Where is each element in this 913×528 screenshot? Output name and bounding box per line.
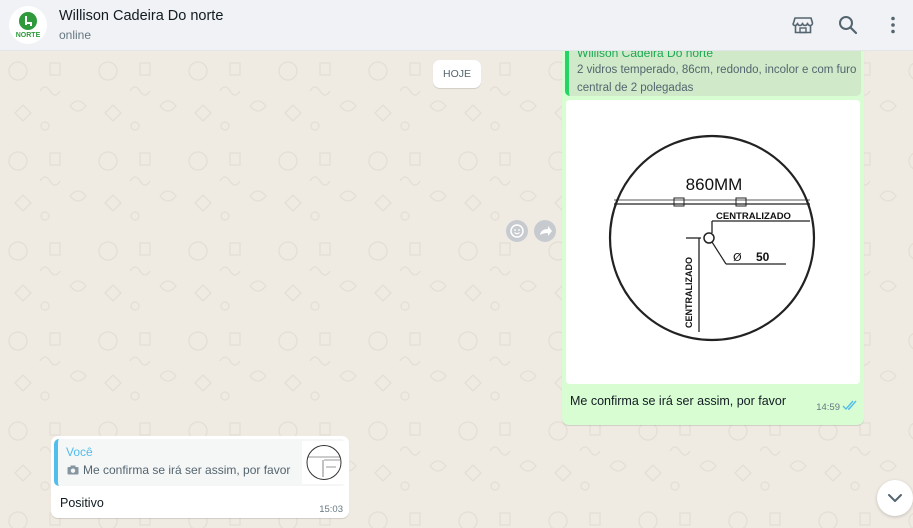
outgoing-message[interactable]: Willison Cadeira Do norte 2 vidros tempe… xyxy=(562,51,864,425)
read-receipt-icon xyxy=(842,400,857,411)
centered-vertical-label: CENTRALIZADO xyxy=(684,257,694,328)
chat-header: NORTE Willison Cadeira Do norte online xyxy=(0,0,913,51)
centered-horizontal-label: CENTRALIZADO xyxy=(716,211,791,222)
quoted-message-reply[interactable]: Você Me confirma se irá ser assim, por f… xyxy=(54,439,346,486)
catalog-icon[interactable] xyxy=(791,13,815,37)
quoted-image-thumbnail xyxy=(302,441,346,484)
quoted-author: Você xyxy=(66,445,93,459)
contact-status: online xyxy=(59,28,92,42)
contact-name[interactable]: Willison Cadeira Do norte xyxy=(59,8,223,24)
hole-size-label: 50 xyxy=(756,250,770,264)
menu-icon[interactable] xyxy=(881,13,905,37)
chat-area[interactable]: HOJE Willison Cadeira Do norte 2 vidros … xyxy=(0,51,913,528)
message-time: 15:03 xyxy=(319,504,343,515)
quoted-text: 2 vidros temperado, 86cm, redondo, incol… xyxy=(577,64,857,94)
diameter-label: 860MM xyxy=(686,175,743,194)
avatar-logo-text: NORTE xyxy=(16,32,41,39)
hole-symbol: Ø xyxy=(733,251,742,264)
date-divider: HOJE xyxy=(433,60,481,88)
forward-icon[interactable] xyxy=(534,220,556,242)
quoted-message[interactable]: Willison Cadeira Do norte 2 vidros tempe… xyxy=(565,51,861,96)
message-caption: Me confirma se irá ser assim, por favor xyxy=(570,394,787,408)
contact-avatar[interactable]: NORTE xyxy=(9,6,47,44)
chevron-down-icon xyxy=(888,494,902,502)
search-icon[interactable] xyxy=(836,13,860,37)
message-text: Positivo xyxy=(60,496,104,510)
scroll-to-bottom-button[interactable] xyxy=(877,480,913,516)
quoted-author: Willison Cadeira Do norte xyxy=(577,51,714,60)
camera-icon xyxy=(67,465,79,475)
message-time: 14:59 xyxy=(816,402,840,413)
incoming-message[interactable]: Você Me confirma se irá ser assim, por f… xyxy=(51,436,349,518)
quoted-text: Me confirma se irá ser assim, por favor xyxy=(83,463,291,477)
message-image[interactable]: 860MM CENTRALIZADO CENTRALIZADO Ø 50 xyxy=(566,100,860,384)
emoji-react-icon[interactable] xyxy=(506,220,528,242)
